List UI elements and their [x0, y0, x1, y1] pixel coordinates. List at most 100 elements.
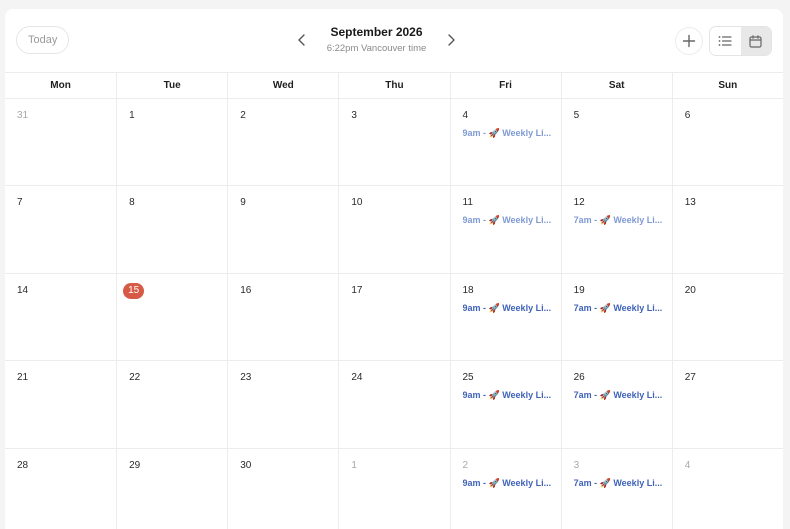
day-cell[interactable]: 26 7am - 🚀 Weekly Li... — [560, 361, 672, 449]
day-cell[interactable]: 25 9am - 🚀 Weekly Li... — [449, 361, 561, 449]
day-cell[interactable]: 24 — [338, 361, 450, 449]
day-cell[interactable]: 1 — [338, 449, 449, 529]
month-title-group: September 2026 6:22pm Vancouver time — [305, 24, 448, 55]
day-number: 31 — [17, 110, 29, 121]
list-icon — [718, 36, 732, 46]
plus-icon — [682, 34, 696, 48]
day-cell[interactable]: 3 — [338, 99, 450, 186]
day-cell[interactable]: 11 9am - 🚀 Weekly Li... — [449, 186, 561, 274]
day-cell[interactable]: 9 — [227, 186, 339, 274]
event-chip[interactable]: 9am - 🚀 Weekly Li... — [463, 390, 551, 401]
day-cell[interactable]: 21 — [5, 361, 117, 449]
calendar-card: Today September 2026 6:22pm Vancouver ti… — [5, 9, 783, 529]
event-chip[interactable]: 7am - 🚀 Weekly Li... — [574, 215, 662, 226]
day-cell[interactable]: 14 — [5, 274, 117, 361]
event-chip[interactable]: 7am - 🚀 Weekly Li... — [574, 478, 662, 489]
day-number: 9 — [240, 197, 246, 208]
day-number: 3 — [573, 460, 580, 471]
day-cell[interactable]: 31 — [5, 99, 117, 186]
day-number: 14 — [17, 285, 29, 296]
event-chip[interactable]: 9am - 🚀 Weekly Li... — [463, 128, 551, 139]
day-number: 30 — [240, 460, 252, 471]
day-cell[interactable]: 18 9am - 🚀 Weekly Li... — [449, 274, 561, 361]
day-cell[interactable]: 4 — [671, 449, 783, 529]
list-view-button[interactable] — [710, 27, 741, 55]
weekday-label-thu: Thu — [338, 73, 449, 98]
day-cell[interactable]: 12 7am - 🚀 Weekly Li... — [560, 186, 672, 274]
calendar-icon — [749, 34, 762, 48]
weekday-label-sun: Sun — [671, 73, 783, 98]
day-cell[interactable]: 17 — [338, 274, 450, 361]
day-cell[interactable]: 1 — [116, 99, 228, 186]
day-cell[interactable]: 22 — [116, 361, 228, 449]
day-number: 12 — [573, 197, 585, 208]
day-cell[interactable]: 28 — [5, 449, 116, 529]
day-cell[interactable]: 10 — [338, 186, 450, 274]
event-chip[interactable]: 7am - 🚀 Weekly Li... — [574, 390, 662, 401]
event-chip[interactable]: 9am - 🚀 Weekly Li... — [463, 303, 551, 314]
day-cell[interactable]: 2 9am - 🚀 Weekly Li... — [449, 449, 561, 529]
day-cell[interactable]: 16 — [227, 274, 339, 361]
event-chip[interactable]: 9am - 🚀 Weekly Li... — [463, 478, 551, 489]
day-number: 29 — [129, 460, 141, 471]
day-cell[interactable]: 19 7am - 🚀 Weekly Li... — [560, 274, 672, 361]
day-number: 2 — [462, 460, 469, 471]
view-toggle — [709, 26, 772, 56]
day-cell[interactable]: 27 — [671, 361, 783, 449]
weekday-label-mon: Mon — [50, 80, 71, 91]
day-number: 1 — [351, 460, 357, 471]
today-date-badge: 15 — [123, 283, 145, 299]
day-number: 27 — [684, 372, 696, 383]
add-event-button[interactable] — [675, 27, 703, 55]
day-number: 17 — [351, 285, 363, 296]
day-number: 10 — [351, 197, 363, 208]
day-cell[interactable]: 29 — [116, 449, 227, 529]
day-cell[interactable]: 13 — [671, 186, 783, 274]
day-number: 28 — [17, 460, 29, 471]
event-chip[interactable]: 7am - 🚀 Weekly Li... — [574, 303, 662, 314]
day-number: 19 — [573, 285, 585, 296]
day-cell[interactable]: 30 — [227, 449, 338, 529]
day-number: 2 — [240, 110, 246, 121]
weekday-label-fri: Fri — [449, 73, 561, 98]
month-grid: 31 1 2 3 4 9am - 🚀 Weekly Li... 5 6 7 8 9 10 11 9am -… — [5, 99, 783, 529]
weekday-label-tue: Tue — [116, 73, 227, 98]
day-number: 4 — [462, 110, 469, 121]
day-cell[interactable]: 7 — [5, 186, 117, 274]
day-number: 3 — [351, 110, 357, 121]
day-cell[interactable]: 5 — [560, 99, 672, 186]
day-number: 20 — [684, 285, 696, 296]
day-cell[interactable]: 8 — [116, 186, 228, 274]
calendar-view-button[interactable] — [740, 27, 771, 55]
day-cell[interactable]: 6 — [671, 99, 783, 186]
day-cell[interactable]: 15 — [116, 274, 228, 361]
next-month-button[interactable] — [442, 31, 460, 49]
day-cell[interactable]: 23 — [227, 361, 339, 449]
timezone-label: 6:22pm Vancouver time — [326, 43, 427, 54]
weekday-header-row: Mon Tue Wed Thu Fri Sat Sun — [5, 72, 783, 99]
day-number: 23 — [240, 372, 252, 383]
day-number: 25 — [462, 372, 474, 383]
day-number: 1 — [129, 110, 135, 121]
day-number: 8 — [129, 197, 135, 208]
month-title: September 2026 — [330, 25, 423, 39]
day-number: 11 — [462, 197, 473, 208]
day-cell[interactable]: 4 9am - 🚀 Weekly Li... — [449, 99, 561, 186]
day-number: 26 — [573, 372, 585, 383]
calendar-header: Today September 2026 6:22pm Vancouver ti… — [5, 9, 783, 72]
day-number: 4 — [684, 460, 691, 471]
day-number: 6 — [684, 110, 691, 121]
today-button[interactable]: Today — [16, 26, 70, 54]
day-number: 16 — [240, 285, 252, 296]
day-cell[interactable]: 2 — [227, 99, 339, 186]
event-chip[interactable]: 9am - 🚀 Weekly Li... — [463, 215, 551, 226]
day-cell[interactable]: 20 — [671, 274, 783, 361]
weekday-label-sat: Sat — [560, 73, 672, 98]
day-number: 24 — [351, 372, 363, 383]
weekday-label-wed: Wed — [227, 73, 338, 98]
day-number: 5 — [573, 110, 580, 121]
day-number: 22 — [129, 372, 141, 383]
day-number: 7 — [17, 197, 23, 208]
day-cell[interactable]: 3 7am - 🚀 Weekly Li... — [560, 449, 672, 529]
chevron-right-icon — [448, 34, 455, 46]
